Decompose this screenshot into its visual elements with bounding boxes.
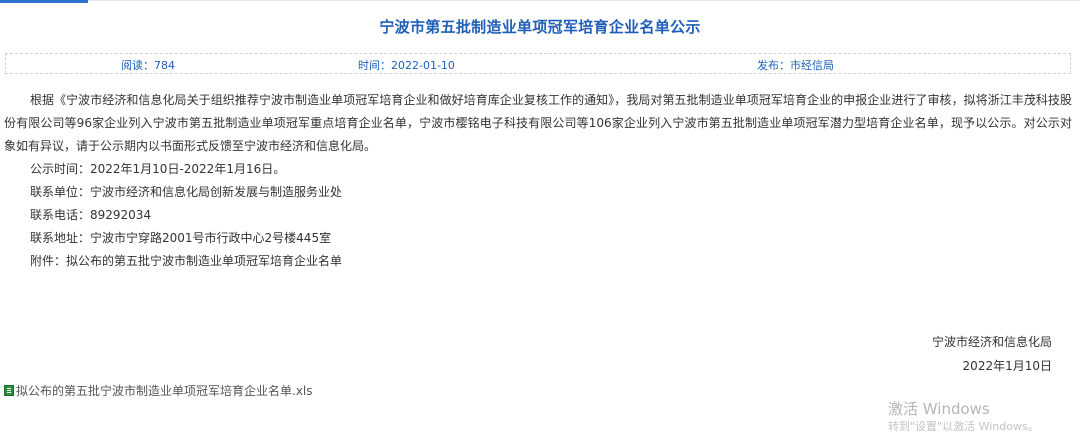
- read-count: 阅读：784: [121, 59, 175, 72]
- xls-file-icon: [4, 385, 14, 396]
- attachment-filename: 拟公布的第五批宁波市制造业单项冠军培育企业名单.xls: [16, 384, 313, 398]
- contact-phone: 联系电话：89292034: [30, 208, 152, 222]
- windows-activation-watermark: 激活 Windows: [888, 400, 990, 418]
- contact-unit: 联系单位：宁波市经济和信息化局创新发展与制造服务业处: [30, 185, 343, 199]
- attachment-note: 附件：拟公布的第五批宁波市制造业单项冠军培育企业名单: [30, 254, 343, 268]
- publisher: 发布：市经信局: [757, 59, 834, 72]
- signature-org: 宁波市经济和信息化局: [931, 335, 1052, 349]
- top-divider: [0, 0, 1080, 1]
- windows-activation-hint: 转到"设置"以激活 Windows。: [888, 420, 1039, 433]
- active-tab-indicator: [0, 0, 88, 3]
- article-body: 根据《宁波市经济和信息化局关于组织推荐宁波市制造业单项冠军培育企业和做好培育库企…: [4, 89, 1072, 273]
- article-meta-bar: 阅读：784 时间：2022-01-10 发布：市经信局: [5, 53, 1071, 74]
- page-title: 宁波市第五批制造业单项冠军培育企业名单公示: [379, 18, 701, 36]
- publish-time: 时间：2022-01-10: [358, 59, 455, 72]
- contact-address: 联系地址：宁波市宁穿路2001号市行政中心2号楼445室: [30, 231, 332, 245]
- attachment-download-link[interactable]: 拟公布的第五批宁波市制造业单项冠军培育企业名单.xls: [4, 382, 313, 399]
- signature-date: 2022年1月10日: [962, 359, 1052, 373]
- body-paragraph: 根据《宁波市经济和信息化局关于组织推荐宁波市制造业单项冠军培育企业和做好培育库企…: [4, 93, 1072, 153]
- notice-period: 公示时间：2022年1月10日-2022年1月16日。: [30, 162, 286, 176]
